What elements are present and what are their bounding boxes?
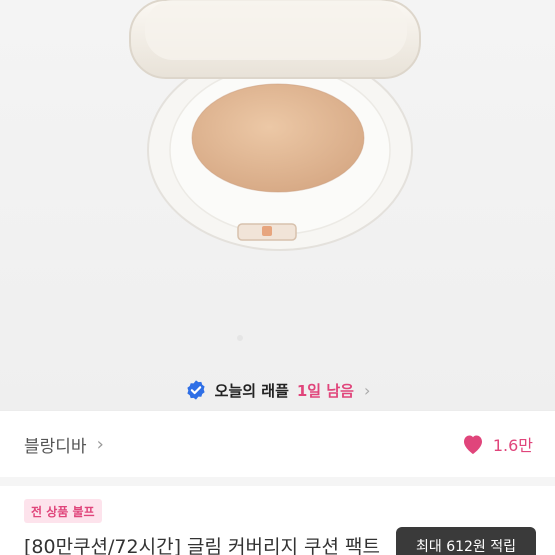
like-button[interactable]: 1.6만 xyxy=(461,432,533,456)
store-name: 블랑디바 xyxy=(24,436,87,457)
points-tooltip: 최대 612원 적립 xyxy=(396,527,536,555)
store-row: 블랑디바 › 1.6만 xyxy=(0,411,555,477)
store-link[interactable]: 블랑디바 › xyxy=(24,432,104,457)
raffle-remaining: 1일 남음 xyxy=(296,381,354,400)
raffle-banner[interactable]: 오늘의 래플 1일 남음 › xyxy=(0,372,555,408)
like-count: 1.6만 xyxy=(492,436,533,455)
section-separator xyxy=(0,477,555,486)
product-image-area[interactable]: 오늘의 래플 1일 남음 › xyxy=(0,0,555,410)
raffle-label: 오늘의 래플 xyxy=(214,381,289,400)
chevron-right-icon: › xyxy=(96,433,104,455)
heart-icon xyxy=(463,435,482,454)
promo-tag: 전 상품 불프 xyxy=(24,499,102,523)
chevron-right-icon: › xyxy=(363,380,371,400)
verified-badge-icon xyxy=(187,380,205,400)
cushion-compact-image xyxy=(129,0,421,341)
